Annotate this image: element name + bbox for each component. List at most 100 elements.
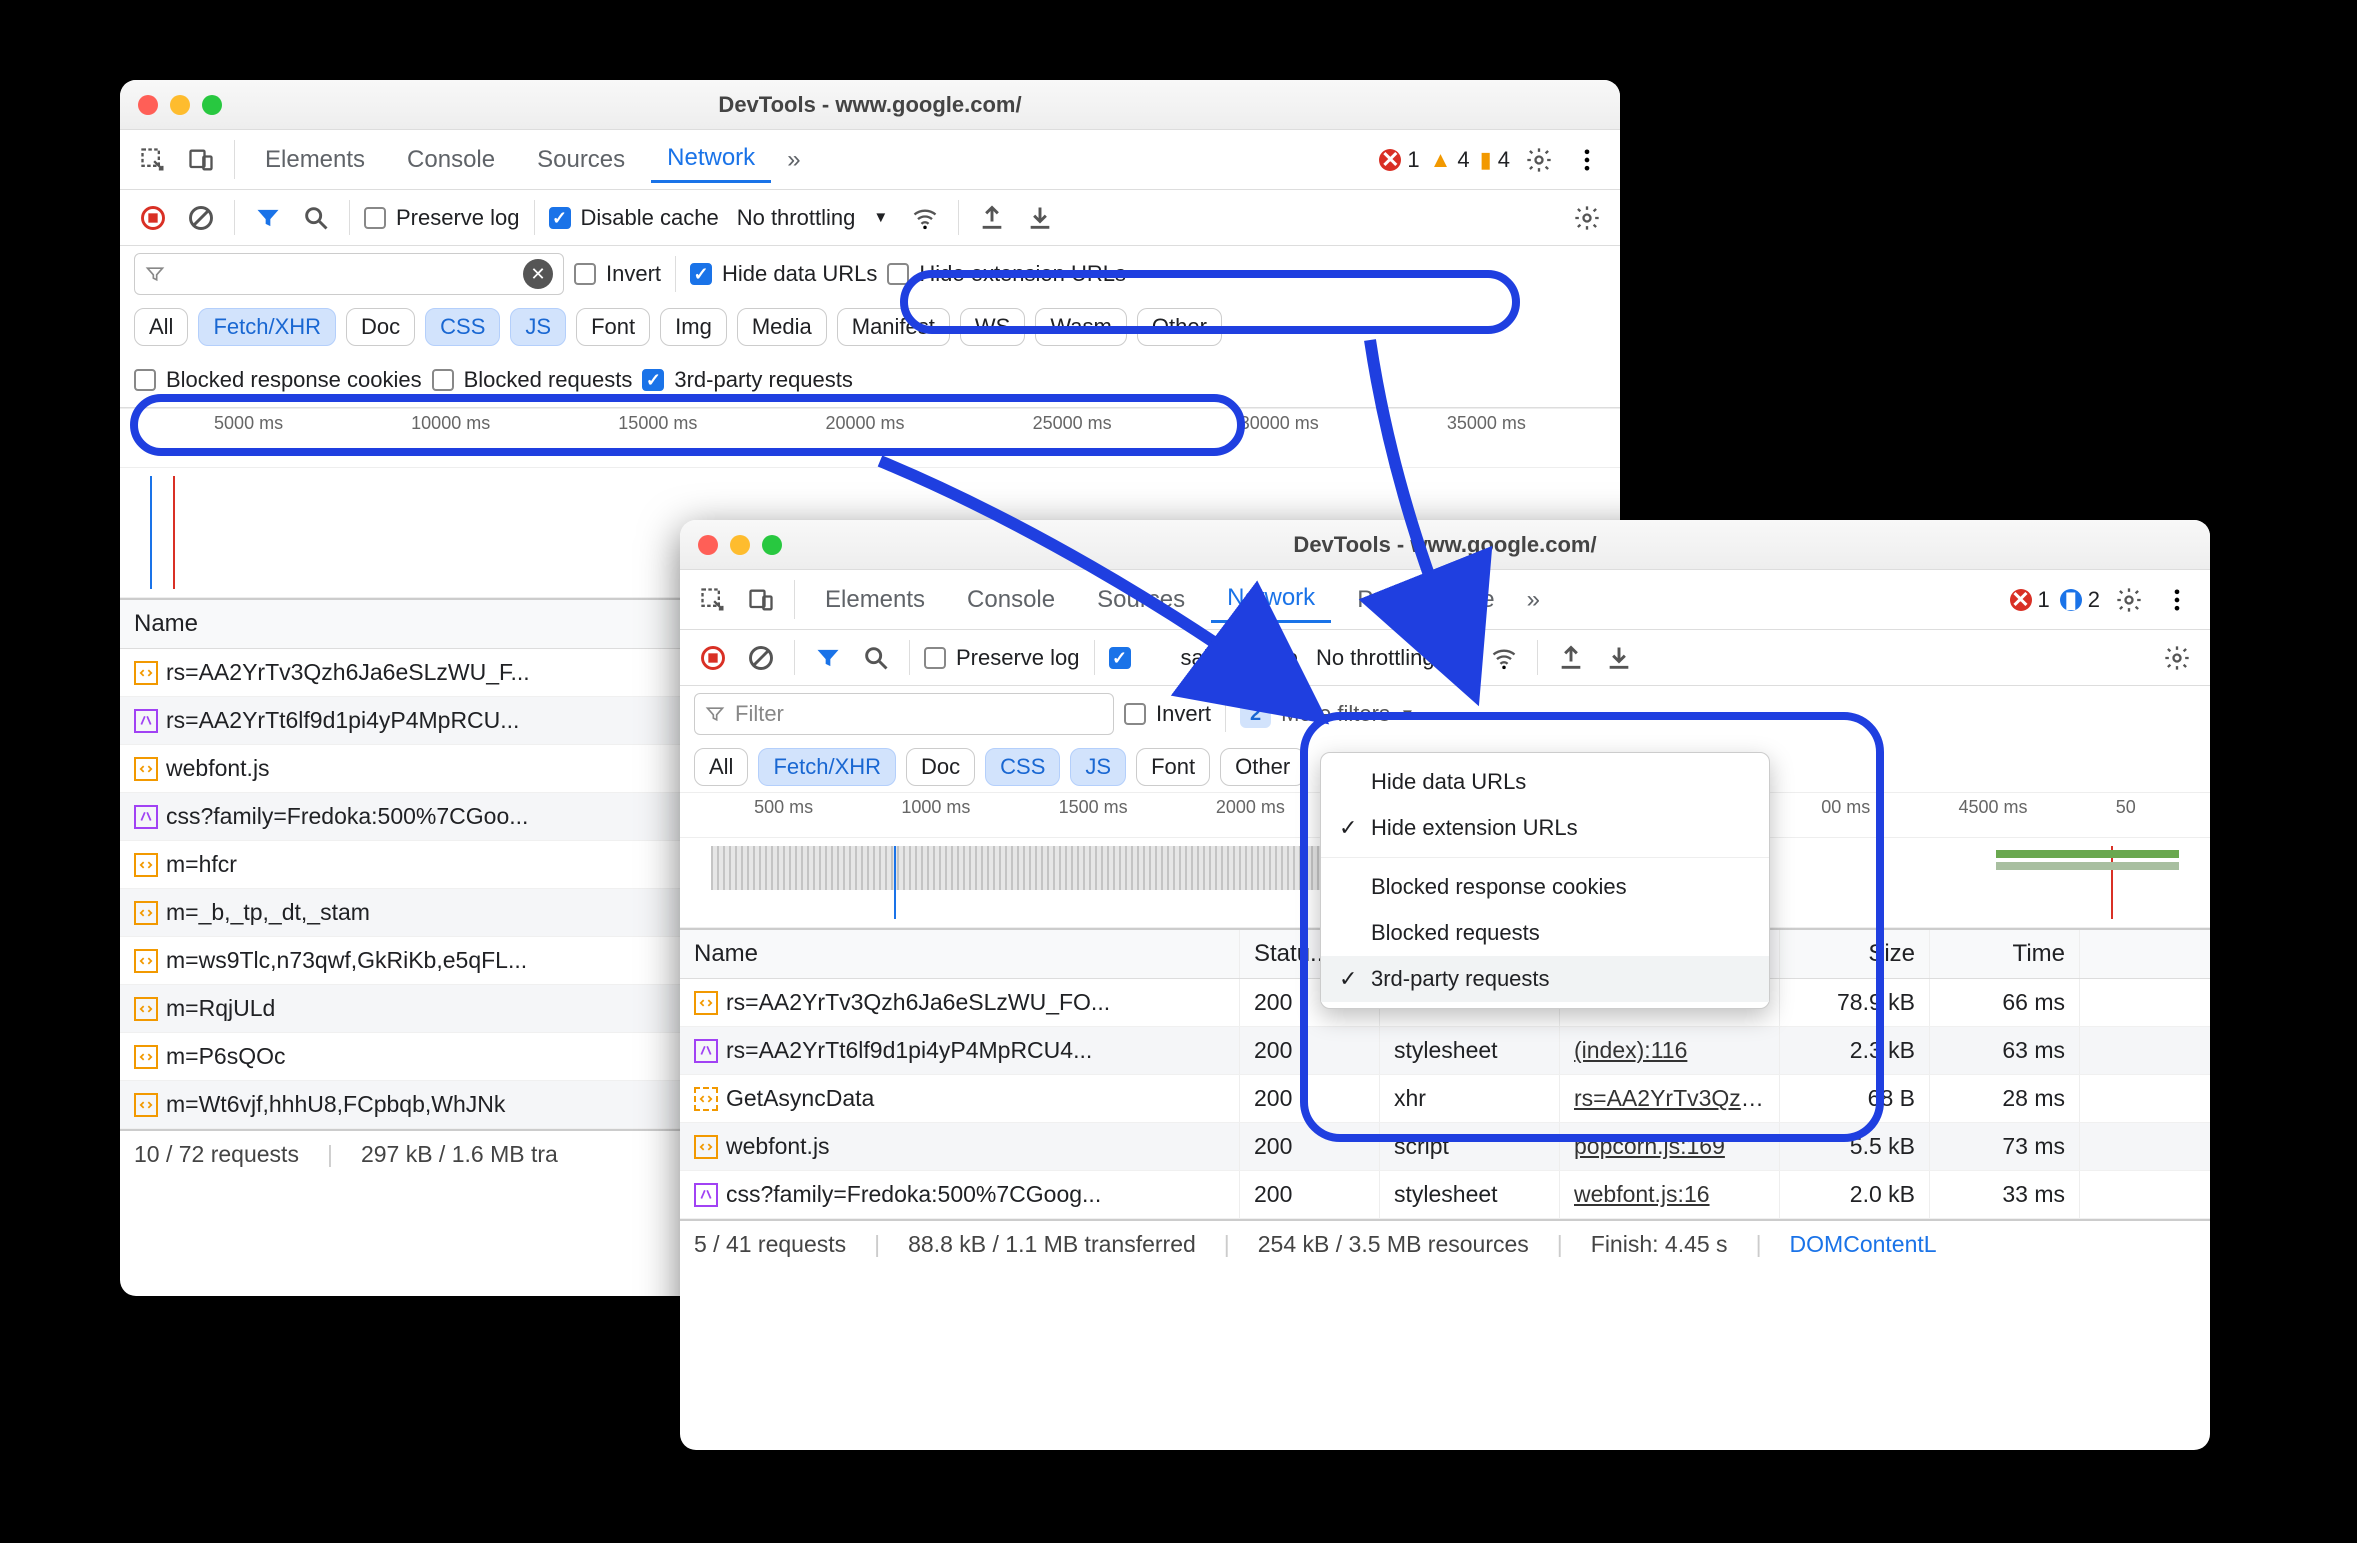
hide-extension-urls-toggle[interactable]: Hide extension URLs bbox=[887, 261, 1126, 287]
chip-media[interactable]: Media bbox=[737, 308, 827, 346]
table-row[interactable]: webfont.js 200 script popcorn.js:169 5.5… bbox=[680, 1123, 2210, 1171]
clear-filter-icon[interactable]: ✕ bbox=[523, 259, 553, 289]
kebab-icon[interactable] bbox=[2158, 581, 2196, 619]
more-tabs-icon[interactable]: » bbox=[1521, 586, 1546, 614]
device-toggle-icon[interactable] bbox=[182, 141, 220, 179]
dd-hide-extension-urls[interactable]: Hide extension URLs bbox=[1321, 805, 1769, 851]
dd-blocked-response-cookies[interactable]: Blocked response cookies bbox=[1321, 864, 1769, 910]
preserve-log-toggle[interactable]: Preserve log bbox=[364, 205, 520, 231]
gear-icon[interactable] bbox=[2158, 639, 2196, 677]
preserve-log-toggle[interactable]: Preserve log bbox=[924, 645, 1080, 671]
kebab-icon[interactable] bbox=[1568, 141, 1606, 179]
dd-hide-data-urls[interactable]: Hide data URLs bbox=[1321, 759, 1769, 805]
minimize-icon[interactable] bbox=[170, 95, 190, 115]
invert-toggle[interactable]: Invert bbox=[574, 261, 661, 287]
maximize-icon[interactable] bbox=[202, 95, 222, 115]
blocked-requests-toggle[interactable]: Blocked requests bbox=[432, 367, 633, 393]
chip-other[interactable]: Other bbox=[1137, 308, 1222, 346]
tab-network[interactable]: Network bbox=[651, 136, 771, 183]
search-icon[interactable] bbox=[297, 199, 335, 237]
tab-sources[interactable]: Sources bbox=[1081, 578, 1201, 622]
chip-css[interactable]: CSS bbox=[985, 748, 1060, 786]
table-row[interactable]: rs=AA2YrTt6lf9d1pi4yP4MpRCU4... 200 styl… bbox=[680, 1027, 2210, 1075]
tab-elements[interactable]: Elements bbox=[809, 578, 941, 622]
inspect-element-icon[interactable] bbox=[694, 581, 732, 619]
more-tabs-icon[interactable]: » bbox=[781, 146, 806, 174]
tab-console[interactable]: Console bbox=[951, 578, 1071, 622]
chip-doc[interactable]: Doc bbox=[346, 308, 415, 346]
upload-icon[interactable] bbox=[1552, 639, 1590, 677]
chip-js[interactable]: JS bbox=[510, 308, 566, 346]
third-party-requests-toggle[interactable]: 3rd-party requests bbox=[642, 367, 853, 393]
tab-performance[interactable]: Performance bbox=[1341, 578, 1510, 622]
column-size[interactable]: Size bbox=[1780, 930, 1930, 978]
warning-count[interactable]: ▲4 bbox=[1430, 147, 1470, 173]
search-icon[interactable] bbox=[857, 639, 895, 677]
info-count[interactable]: ▮2 bbox=[2060, 587, 2100, 613]
tab-elements[interactable]: Elements bbox=[249, 138, 381, 182]
record-icon[interactable] bbox=[134, 199, 172, 237]
filter-input[interactable]: ✕ bbox=[134, 253, 564, 295]
gear-icon[interactable] bbox=[1568, 199, 1606, 237]
chip-wasm[interactable]: Wasm bbox=[1035, 308, 1127, 346]
table-row[interactable]: css?family=Fredoka:500%7CGoog... 200 sty… bbox=[680, 1171, 2210, 1219]
error-count[interactable]: ✕1 bbox=[1379, 147, 1419, 173]
chip-all[interactable]: All bbox=[134, 308, 188, 346]
timeline[interactable]: 5000 ms10000 ms15000 ms20000 ms25000 ms3… bbox=[120, 408, 1620, 468]
upload-icon[interactable] bbox=[973, 199, 1011, 237]
blocked-response-cookies-toggle[interactable]: Blocked response cookies bbox=[134, 367, 422, 393]
maximize-icon[interactable] bbox=[762, 535, 782, 555]
stylesheet-icon bbox=[134, 805, 158, 829]
close-icon[interactable] bbox=[138, 95, 158, 115]
close-icon[interactable] bbox=[698, 535, 718, 555]
chip-other[interactable]: Other bbox=[1220, 748, 1305, 786]
chip-manifest[interactable]: Manifest bbox=[837, 308, 950, 346]
table-row[interactable]: GetAsyncData 200 xhr rs=AA2YrTv3Qzh6J 68… bbox=[680, 1075, 2210, 1123]
record-icon[interactable] bbox=[694, 639, 732, 677]
throttling-select[interactable]: No throttling bbox=[1316, 645, 1435, 671]
chip-doc[interactable]: Doc bbox=[906, 748, 975, 786]
chip-ws[interactable]: WS bbox=[960, 308, 1025, 346]
chip-js[interactable]: JS bbox=[1070, 748, 1126, 786]
disable-cache-toggle[interactable]: sable cache bbox=[1109, 645, 1298, 671]
chip-fetchxhr[interactable]: Fetch/XHR bbox=[758, 748, 896, 786]
chip-img[interactable]: Img bbox=[660, 308, 727, 346]
issue-count[interactable]: ▮4 bbox=[1480, 147, 1510, 173]
inspect-element-icon[interactable] bbox=[134, 141, 172, 179]
chip-font[interactable]: Font bbox=[1136, 748, 1210, 786]
tab-sources[interactable]: Sources bbox=[521, 138, 641, 182]
chip-all[interactable]: All bbox=[694, 748, 748, 786]
column-time[interactable]: Time bbox=[1930, 930, 2080, 978]
chip-font[interactable]: Font bbox=[576, 308, 650, 346]
wifi-icon[interactable] bbox=[1485, 639, 1523, 677]
more-filters-button[interactable]: 2 More filters ▼ bbox=[1240, 701, 1415, 728]
disable-cache-toggle[interactable]: Disable cache bbox=[549, 205, 719, 231]
xhr-icon bbox=[694, 1087, 718, 1111]
chevron-down-icon[interactable]: ▼ bbox=[1453, 649, 1468, 666]
gear-icon[interactable] bbox=[2110, 581, 2148, 619]
download-icon[interactable] bbox=[1600, 639, 1638, 677]
tab-console[interactable]: Console bbox=[391, 138, 511, 182]
device-toggle-icon[interactable] bbox=[742, 581, 780, 619]
wifi-icon[interactable] bbox=[906, 199, 944, 237]
error-count[interactable]: ✕1 bbox=[2010, 587, 2050, 613]
column-name[interactable]: Name bbox=[680, 930, 1240, 978]
stylesheet-icon bbox=[694, 1183, 718, 1207]
download-icon[interactable] bbox=[1021, 199, 1059, 237]
gear-icon[interactable] bbox=[1520, 141, 1558, 179]
throttling-select[interactable]: No throttling bbox=[737, 205, 856, 231]
chevron-down-icon[interactable]: ▼ bbox=[873, 209, 888, 226]
chip-css[interactable]: CSS bbox=[425, 308, 500, 346]
filter-icon[interactable] bbox=[249, 199, 287, 237]
tab-network[interactable]: Network bbox=[1211, 576, 1331, 623]
invert-toggle[interactable]: Invert bbox=[1124, 701, 1211, 727]
clear-icon[interactable] bbox=[182, 199, 220, 237]
dd-blocked-requests[interactable]: Blocked requests bbox=[1321, 910, 1769, 956]
dd-third-party-requests[interactable]: 3rd-party requests bbox=[1321, 956, 1769, 1002]
chip-fetchxhr[interactable]: Fetch/XHR bbox=[198, 308, 336, 346]
filter-icon[interactable] bbox=[809, 639, 847, 677]
clear-icon[interactable] bbox=[742, 639, 780, 677]
hide-data-urls-toggle[interactable]: Hide data URLs bbox=[690, 261, 877, 287]
filter-input[interactable]: Filter bbox=[694, 693, 1114, 735]
minimize-icon[interactable] bbox=[730, 535, 750, 555]
